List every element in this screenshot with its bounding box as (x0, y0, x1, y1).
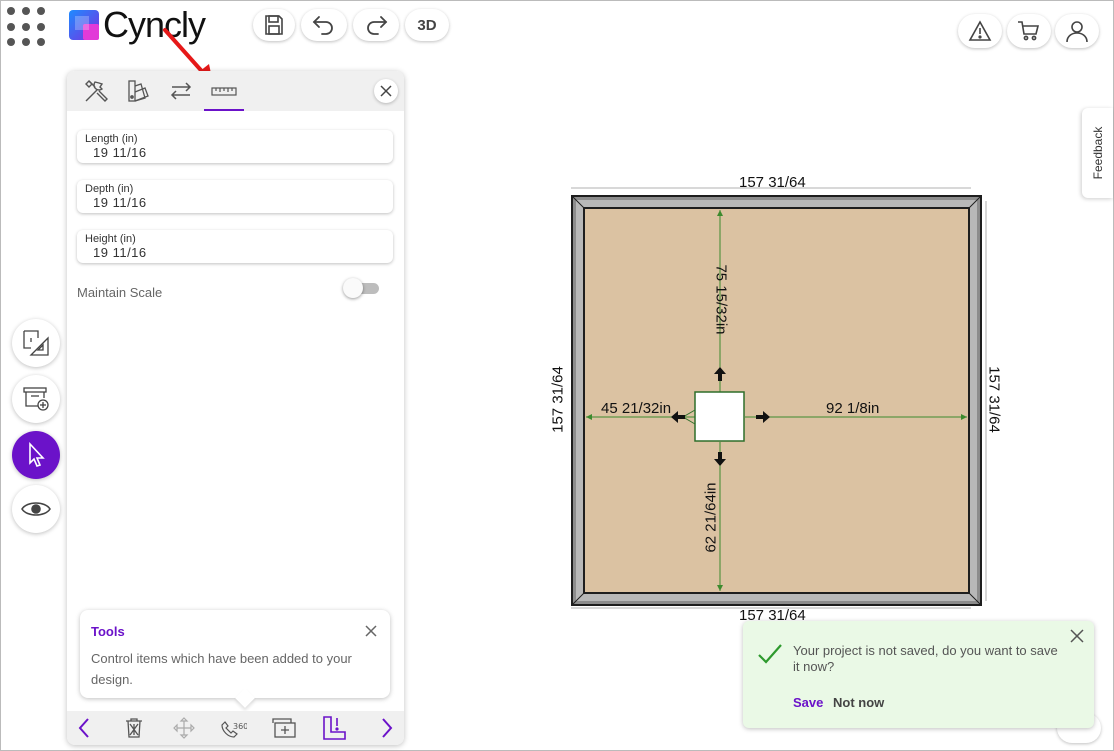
add-cabinet-button[interactable] (12, 375, 60, 423)
user-icon (1066, 21, 1088, 43)
undo-icon (312, 16, 333, 35)
collision-warning-button[interactable] (319, 715, 349, 741)
distance-to-bottom: 62 21/64in (702, 482, 720, 553)
close-icon (1070, 629, 1084, 643)
depth-field: Depth (in) (77, 180, 393, 213)
view-3d-button[interactable]: 3D (405, 9, 449, 41)
tab-dimensions[interactable] (204, 75, 244, 111)
unsaved-project-toast: Your project is not saved, do you want t… (743, 621, 1094, 728)
selected-item[interactable] (694, 391, 745, 442)
length-field: Length (in) (77, 130, 393, 163)
tab-tools[interactable] (76, 75, 116, 107)
feedback-label: Feedback (1090, 126, 1105, 180)
cyncly-logo-mark-icon (69, 10, 99, 40)
corner-alert-icon (323, 716, 346, 740)
cart-button[interactable] (1007, 14, 1051, 48)
dimension-left: 157 31/64 (549, 366, 567, 433)
distance-to-left: 45 21/32in (601, 400, 672, 417)
dimension-right: 157 31/64 (985, 366, 1003, 433)
undo-button[interactable] (301, 9, 347, 41)
tools-tooltip: Tools Control items which have been adde… (80, 610, 390, 708)
cursor-pointer-icon (29, 442, 45, 467)
depth-input[interactable] (93, 195, 373, 210)
toast-save-button[interactable]: Save (793, 695, 823, 710)
view-toggle-button[interactable] (12, 485, 60, 533)
svg-text:360°: 360° (233, 722, 247, 731)
cart-icon (1018, 21, 1040, 41)
floppy-disk-icon (265, 15, 283, 35)
distance-to-top: 75 15/32in (712, 264, 730, 335)
duplicate-icon (272, 718, 296, 738)
floorplan-ruler-icon (23, 330, 49, 356)
depth-label: Depth (in) (85, 183, 134, 195)
height-input[interactable] (93, 245, 373, 260)
tools-toolbar: 360° (67, 711, 404, 745)
toolbar-next-button[interactable] (372, 715, 402, 741)
swap-arrows-icon (170, 82, 192, 100)
tooltip-title: Tools (91, 624, 125, 639)
maintain-scale-toggle[interactable] (343, 278, 383, 298)
toast-close-button[interactable] (1070, 629, 1084, 643)
close-icon (365, 625, 377, 637)
rotate-360-button[interactable]: 360° (219, 715, 249, 741)
user-button[interactable] (1055, 14, 1099, 48)
swatch-palette-icon (128, 80, 149, 102)
tab-swap[interactable] (161, 75, 201, 107)
tools-icon (85, 80, 108, 102)
height-label: Height (in) (85, 233, 136, 245)
chevron-left-icon (78, 718, 89, 738)
move-button[interactable] (169, 715, 199, 741)
toast-not-now-button[interactable]: Not now (833, 695, 884, 710)
select-tool-button[interactable] (12, 431, 60, 479)
tooltip-close-button[interactable] (364, 624, 378, 638)
chevron-right-icon (382, 718, 393, 738)
height-field: Height (in) (77, 230, 393, 263)
delete-button[interactable] (119, 715, 149, 741)
distance-to-right: 92 1/8in (826, 400, 880, 417)
checkmark-icon (758, 644, 782, 664)
warning-icon (968, 20, 992, 41)
ruler-icon (211, 87, 237, 96)
maintain-scale-label: Maintain Scale (77, 285, 163, 300)
redo-button[interactable] (353, 9, 399, 41)
toast-message: Your project is not saved, do you want t… (793, 643, 1058, 674)
eye-icon (21, 502, 51, 516)
tab-materials[interactable] (118, 75, 158, 107)
save-button[interactable] (253, 9, 295, 41)
duplicate-button[interactable] (269, 715, 299, 741)
warning-button[interactable] (958, 14, 1002, 48)
apps-grid-icon[interactable] (7, 7, 47, 47)
cabinet-add-icon (23, 387, 49, 411)
toolbar-prev-button[interactable] (69, 715, 99, 741)
properties-panel: Length (in) Depth (in) Height (in) Maint… (67, 71, 404, 745)
length-input[interactable] (93, 145, 373, 160)
tooltip-body: Control items which have been added to y… (91, 651, 352, 687)
floorplan-tool-button[interactable] (12, 319, 60, 367)
move-arrows-icon (173, 717, 195, 739)
dimension-top: 157 31/64 (739, 174, 806, 191)
panel-close-button[interactable] (374, 79, 398, 103)
feedback-tab[interactable]: Feedback (1082, 108, 1113, 198)
rotate-360-icon: 360° (221, 721, 247, 738)
close-icon (380, 85, 392, 97)
redo-icon (367, 16, 388, 35)
trash-icon (126, 718, 142, 738)
length-label: Length (in) (85, 133, 138, 145)
panel-tabs (67, 71, 404, 111)
